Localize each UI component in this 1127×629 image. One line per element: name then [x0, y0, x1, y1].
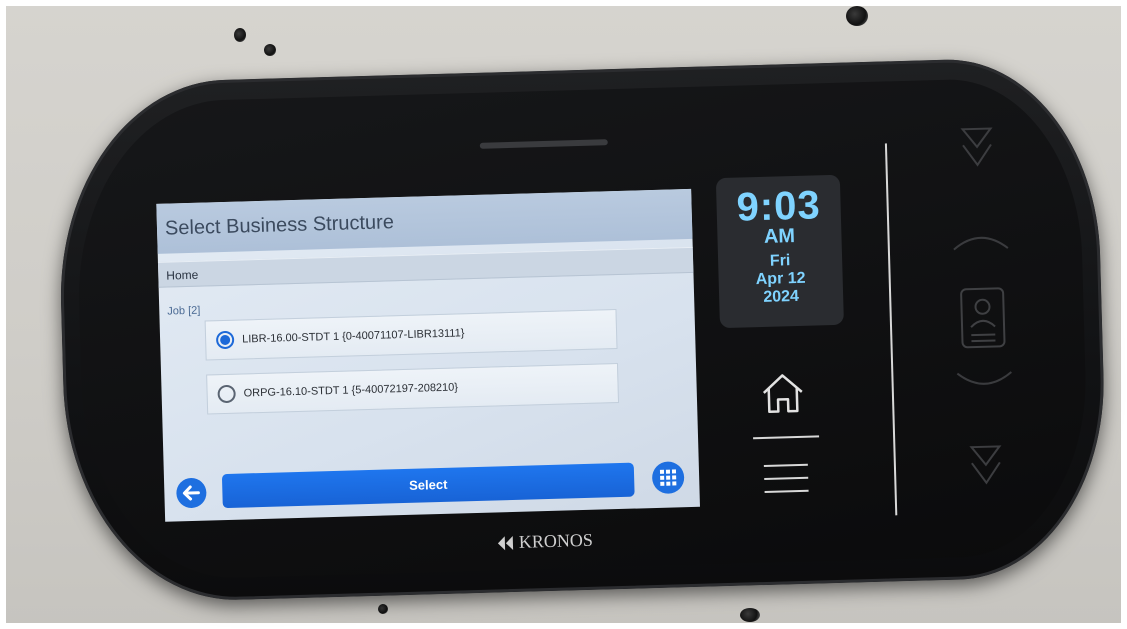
job-option-orpg[interactable]: ORPG-16.10-STDT 1 {5-40072197-208210}: [206, 363, 620, 415]
clock-year: 2024: [763, 287, 800, 306]
section-label: Job [2]: [167, 304, 201, 318]
time-clock-device: Select Business Structure Home Job [2] L…: [54, 55, 1110, 605]
wall-hole: [234, 28, 246, 42]
speaker-slot: [479, 139, 608, 149]
arrow-left-icon: [182, 485, 200, 501]
device-bezel: Select Business Structure Home Job [2] L…: [73, 76, 1091, 582]
touch-screen: Select Business Structure Home Job [2] L…: [156, 188, 700, 522]
select-button[interactable]: Select: [221, 462, 635, 509]
home-button[interactable]: [757, 370, 808, 417]
job-option-libr[interactable]: LIBR-16.00-STDT 1 {0-40071107-LIBR13111}: [204, 309, 618, 361]
clock-time: 9:03: [735, 183, 822, 230]
job-option-label: ORPG-16.10-STDT 1 {5-40072197-208210}: [243, 381, 459, 400]
page-title: Select Business Structure: [156, 188, 693, 254]
nfc-wave-top-icon: [953, 236, 1009, 251]
breadcrumb[interactable]: Home: [157, 246, 694, 288]
apps-button[interactable]: [651, 461, 685, 495]
brand-logo: KRONOS: [496, 530, 594, 554]
clock-display: 9:03 AM Fri Apr 12 2024: [715, 174, 844, 329]
key-divider: [753, 435, 820, 440]
radio-selected-icon[interactable]: [215, 330, 235, 350]
menu-button[interactable]: [763, 463, 809, 499]
job-option-label: LIBR-16.00-STDT 1 {0-40071107-LIBR13111}: [241, 327, 465, 346]
panel-divider: [884, 143, 898, 516]
radio-unselected-icon[interactable]: [217, 384, 236, 404]
wall-hole: [846, 6, 868, 26]
home-icon: [762, 374, 803, 414]
scroll-up-key-icon: [960, 127, 993, 167]
clock-ampm: AM: [763, 225, 796, 248]
wall-hole: [378, 604, 388, 614]
scroll-down-key-icon: [969, 445, 1002, 485]
wall-hole: [264, 44, 276, 56]
badge-reader-icon: [960, 287, 1006, 349]
brand-name: KRONOS: [518, 529, 594, 552]
nfc-wave-bottom-icon: [956, 371, 1012, 385]
back-button[interactable]: [175, 477, 207, 509]
menu-icon: [763, 463, 809, 493]
kronos-mark-icon: [497, 535, 514, 550]
grid-icon: [659, 469, 677, 486]
wall-hole: [740, 608, 760, 622]
